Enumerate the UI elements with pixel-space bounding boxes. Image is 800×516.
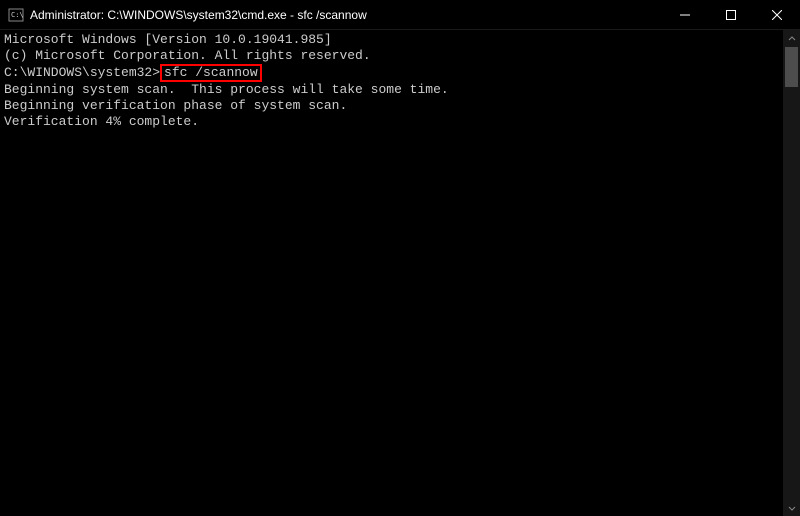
content-area: Microsoft Windows [Version 10.0.19041.98…: [0, 30, 800, 516]
verification-progress-line: Verification 4% complete.: [4, 114, 779, 130]
verification-phase-line: Beginning verification phase of system s…: [4, 98, 779, 114]
vertical-scrollbar[interactable]: [783, 30, 800, 516]
svg-text:C:\: C:\: [11, 11, 24, 19]
command-text: sfc /scannow: [164, 65, 258, 80]
copyright-line: (c) Microsoft Corporation. All rights re…: [4, 48, 779, 64]
scrollbar-up-arrow-icon[interactable]: [783, 30, 800, 47]
minimize-button[interactable]: [662, 0, 708, 30]
scrollbar-track[interactable]: [783, 47, 800, 499]
prompt-text: C:\WINDOWS\system32>: [4, 65, 160, 80]
maximize-button[interactable]: [708, 0, 754, 30]
scrollbar-down-arrow-icon[interactable]: [783, 499, 800, 516]
version-line: Microsoft Windows [Version 10.0.19041.98…: [4, 32, 779, 48]
window-title: Administrator: C:\WINDOWS\system32\cmd.e…: [30, 8, 662, 22]
titlebar[interactable]: C:\ Administrator: C:\WINDOWS\system32\c…: [0, 0, 800, 30]
window-controls: [662, 0, 800, 29]
cmd-icon: C:\: [8, 7, 24, 23]
prompt-line: C:\WINDOWS\system32> sfc /scannow: [4, 64, 779, 82]
command-highlight: sfc /scannow: [160, 64, 262, 82]
terminal-output[interactable]: Microsoft Windows [Version 10.0.19041.98…: [0, 30, 783, 516]
command-prompt-window: C:\ Administrator: C:\WINDOWS\system32\c…: [0, 0, 800, 516]
close-button[interactable]: [754, 0, 800, 30]
scan-begin-line: Beginning system scan. This process will…: [4, 82, 779, 98]
scrollbar-thumb[interactable]: [785, 47, 798, 87]
